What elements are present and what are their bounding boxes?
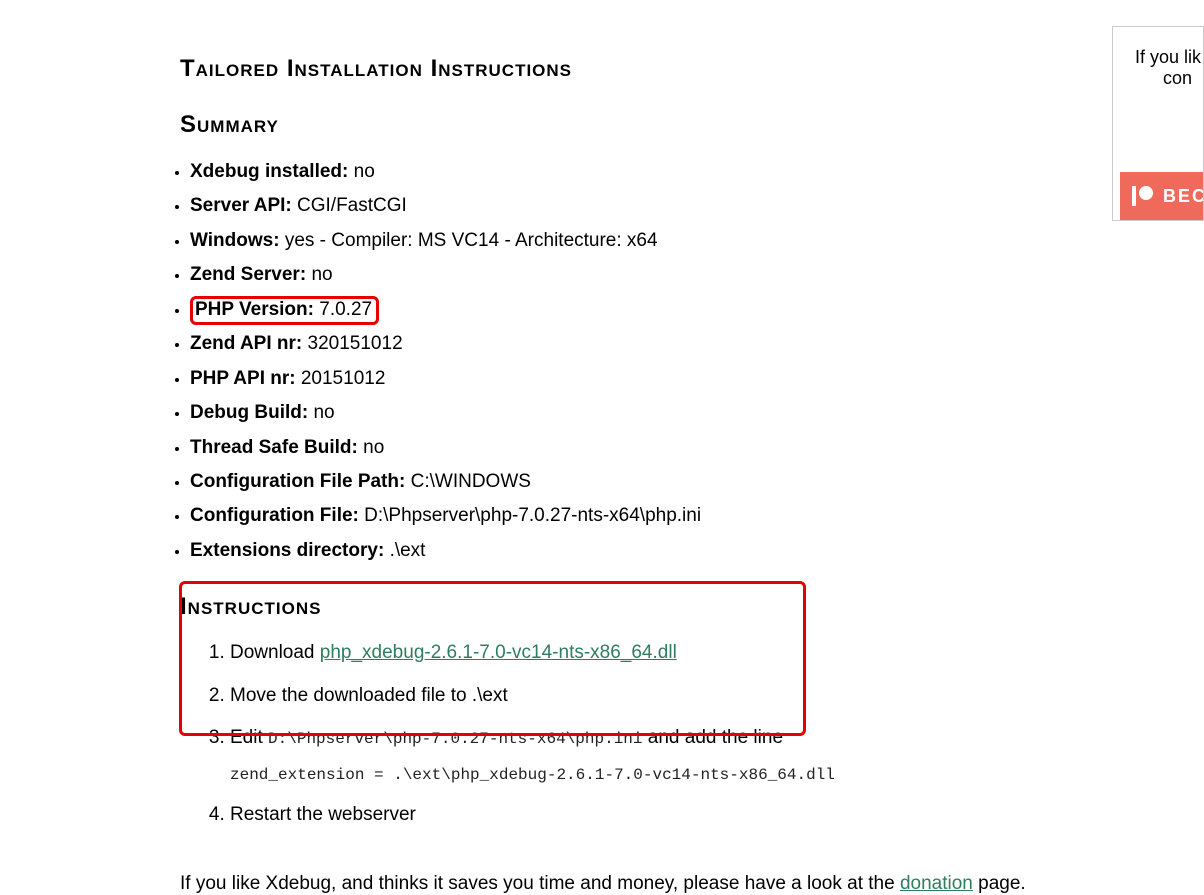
heading-instructions: Instructions bbox=[180, 593, 1204, 621]
patreon-icon bbox=[1132, 186, 1153, 206]
summary-item: Thread Safe Build: no bbox=[190, 433, 1204, 462]
footer-suffix: page. bbox=[973, 873, 1026, 894]
summary-item: PHP API nr: 20151012 bbox=[190, 364, 1204, 393]
summary-label: Xdebug installed: bbox=[190, 161, 354, 182]
summary-item: PHP Version: 7.0.27 bbox=[190, 295, 1204, 324]
summary-item: Zend API nr: 320151012 bbox=[190, 329, 1204, 358]
summary-value: C:\WINDOWS bbox=[411, 471, 531, 492]
sidebar-widget: If you lik con BEC bbox=[1112, 26, 1204, 221]
summary-label: PHP Version: bbox=[195, 299, 319, 320]
summary-value: yes - Compiler: MS VC14 - Architecture: … bbox=[285, 230, 658, 251]
step3-prefix: Edit bbox=[230, 727, 268, 748]
summary-label: Windows: bbox=[190, 230, 285, 251]
summary-item: Configuration File: D:\Phpserver\php-7.0… bbox=[190, 501, 1204, 530]
main-content: Tailored Installation Instructions Summa… bbox=[0, 0, 1204, 895]
summary-value: 20151012 bbox=[301, 368, 386, 389]
instructions-list: Download php_xdebug-2.6.1-7.0-vc14-nts-x… bbox=[180, 639, 1204, 829]
summary-label: Zend API nr: bbox=[190, 333, 308, 354]
instruction-step-2: Move the downloaded file to .\ext bbox=[230, 682, 1204, 711]
footer-prefix: If you like Xdebug, and thinks it saves … bbox=[180, 873, 900, 894]
summary-value: no bbox=[311, 264, 332, 285]
summary-label: Extensions directory: bbox=[190, 540, 390, 561]
summary-list: Xdebug installed: no Server API: CGI/Fast… bbox=[180, 157, 1204, 565]
heading-tailored: Tailored Installation Instructions bbox=[180, 55, 1204, 83]
summary-label: PHP API nr: bbox=[190, 368, 301, 389]
summary-value: 320151012 bbox=[308, 333, 403, 354]
footer-paragraph: If you like Xdebug, and thinks it saves … bbox=[180, 873, 1204, 895]
patreon-button[interactable]: BEC bbox=[1120, 172, 1203, 220]
summary-item: Windows: yes - Compiler: MS VC14 - Archi… bbox=[190, 226, 1204, 255]
summary-item: Server API: CGI/FastCGI bbox=[190, 191, 1204, 220]
summary-value: D:\Phpserver\php-7.0.27-nts-x64\php.ini bbox=[364, 505, 701, 526]
step3-code-block: zend_extension = .\ext\php_xdebug-2.6.1-… bbox=[230, 763, 1204, 787]
instruction-step-1: Download php_xdebug-2.6.1-7.0-vc14-nts-x… bbox=[230, 639, 1204, 668]
summary-item: Extensions directory: .\ext bbox=[190, 536, 1204, 565]
step1-prefix: Download bbox=[230, 642, 320, 663]
heading-summary: Summary bbox=[180, 111, 1204, 139]
sidebar-text: If you lik con bbox=[1113, 27, 1203, 89]
summary-value: CGI/FastCGI bbox=[297, 195, 407, 216]
sidebar-text-line1: If you lik bbox=[1135, 47, 1197, 68]
summary-value: 7.0.27 bbox=[319, 299, 372, 320]
summary-item: Xdebug installed: no bbox=[190, 157, 1204, 186]
step3-path: D:\Phpserver\php-7.0.27-nts-x64\php.ini bbox=[268, 730, 642, 748]
donation-link[interactable]: donation bbox=[900, 873, 973, 894]
summary-value: no bbox=[363, 437, 384, 458]
summary-label: Debug Build: bbox=[190, 402, 313, 423]
summary-value: .\ext bbox=[390, 540, 426, 561]
summary-label: Configuration File Path: bbox=[190, 471, 411, 492]
php-version-highlight: PHP Version: 7.0.27 bbox=[190, 296, 379, 325]
sidebar-text-line2: con bbox=[1135, 68, 1197, 89]
summary-value: no bbox=[313, 402, 334, 423]
step3-suffix: and add the line bbox=[643, 727, 784, 748]
summary-item: Debug Build: no bbox=[190, 398, 1204, 427]
summary-label: Thread Safe Build: bbox=[190, 437, 363, 458]
summary-item: Zend Server: no bbox=[190, 260, 1204, 289]
summary-item: Configuration File Path: C:\WINDOWS bbox=[190, 467, 1204, 496]
download-link[interactable]: php_xdebug-2.6.1-7.0-vc14-nts-x86_64.dll bbox=[320, 642, 677, 663]
summary-label: Configuration File: bbox=[190, 505, 364, 526]
instruction-step-3: Edit D:\Phpserver\php-7.0.27-nts-x64\php… bbox=[230, 724, 1204, 787]
summary-label: Zend Server: bbox=[190, 264, 311, 285]
patreon-label: BEC bbox=[1163, 186, 1204, 207]
instruction-step-4: Restart the webserver bbox=[230, 801, 1204, 830]
summary-label: Server API: bbox=[190, 195, 297, 216]
summary-value: no bbox=[354, 161, 375, 182]
